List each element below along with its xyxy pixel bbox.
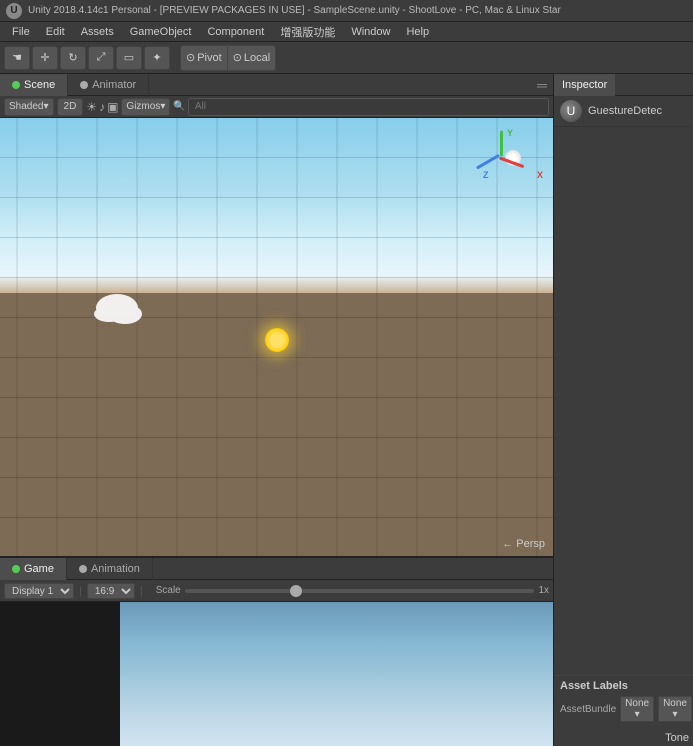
tab-scene[interactable]: Scene <box>0 74 68 96</box>
scene-view[interactable]: X Y Z ← Persp <box>0 118 553 556</box>
inspector-tab-bar: Inspector <box>554 74 693 96</box>
scene-tab-bar: Scene Animator ═ <box>0 74 553 96</box>
scene-icon-group: ☀ ♪ ▣ <box>86 100 118 114</box>
left-panel: Scene Animator ═ Shaded ▾ 2D ☀ ♪ ▣ Gizmo… <box>0 74 553 746</box>
gizmos-dropdown[interactable]: Gizmos ▾ <box>121 98 170 116</box>
tab-animation[interactable]: Animation <box>67 558 153 580</box>
tool-rect[interactable]: ▭ <box>116 46 142 70</box>
unity-logo-titlebar: U <box>6 3 22 19</box>
scene-cloud <box>94 306 124 322</box>
light-icon[interactable]: ☀ <box>86 100 97 114</box>
tab-animator[interactable]: Animator <box>68 74 149 96</box>
tool-move[interactable]: ✛ <box>32 46 58 70</box>
inspector-header: U GuestureDetec <box>554 96 693 127</box>
menu-bar: File Edit Assets GameObject Component 增强… <box>0 22 693 42</box>
scale-slider-thumb[interactable] <box>290 585 302 597</box>
inspector-unity-logo: U <box>560 100 582 122</box>
scale-value: 1x <box>538 585 549 596</box>
menu-assets[interactable]: Assets <box>73 24 122 40</box>
pivot-local-group: ⊙ Pivot ⊙ Local <box>180 45 276 71</box>
asset-labels-title: Asset Labels <box>560 680 687 692</box>
gizmo-x-label: X <box>537 170 543 180</box>
ratio-select[interactable]: 16:9 <box>87 583 135 599</box>
menu-enhanced[interactable]: 增强版功能 <box>272 22 343 42</box>
menu-window[interactable]: Window <box>343 24 398 40</box>
animation-tab-dot <box>79 565 87 573</box>
scene-gizmo[interactable]: X Y Z <box>483 128 543 188</box>
scene-search-input[interactable] <box>188 98 549 116</box>
tool-hand[interactable]: ☚ <box>4 46 30 70</box>
scale-slider[interactable] <box>185 589 535 593</box>
tool-scale[interactable]: ⤢ <box>88 46 114 70</box>
tab-inspector[interactable]: Inspector <box>554 74 615 96</box>
image-icon[interactable]: ▣ <box>107 100 118 114</box>
bottom-toolbar: Display 1 | 16:9 | Scale 1x <box>0 580 553 602</box>
title-text: Unity 2018.4.14c1 Personal - [PREVIEW PA… <box>28 5 561 16</box>
menu-help[interactable]: Help <box>398 24 437 40</box>
tool-transform[interactable]: ✦ <box>144 46 170 70</box>
menu-gameobject[interactable]: GameObject <box>122 24 200 40</box>
scale-label: Scale <box>156 585 181 596</box>
inspector-body <box>554 127 693 675</box>
gizmo-z-label: Z <box>483 170 489 180</box>
bottom-tab-bar: Game Animation <box>0 558 553 580</box>
search-icon-scene: 🔍 <box>173 101 185 112</box>
asset-bundle-dropdown[interactable]: None ▾ <box>620 696 654 722</box>
inspector-panel: Inspector U GuestureDetec Asset Labels A… <box>553 74 693 746</box>
menu-component[interactable]: Component <box>199 24 272 40</box>
asset-bundle-row: AssetBundle None ▾ None ▾ <box>560 696 687 722</box>
audio-icon[interactable]: ♪ <box>99 100 105 114</box>
game-sky-view <box>120 602 553 746</box>
tone-label: Tone <box>661 732 693 744</box>
tool-rotate[interactable]: ↻ <box>60 46 86 70</box>
tone-area: Tone <box>554 726 693 746</box>
gizmo-y-axis <box>500 131 503 157</box>
game-dark-letterbox <box>0 602 120 746</box>
gizmo-y-label: Y <box>507 128 513 138</box>
title-bar: U Unity 2018.4.14c1 Personal - [PREVIEW … <box>0 0 693 22</box>
main-area: Scene Animator ═ Shaded ▾ 2D ☀ ♪ ▣ Gizmo… <box>0 74 693 746</box>
menu-file[interactable]: File <box>4 24 38 40</box>
2d-button[interactable]: 2D <box>57 98 84 116</box>
shaded-dropdown[interactable]: Shaded ▾ <box>4 98 54 116</box>
scene-panel-collapse[interactable]: ═ <box>531 77 553 93</box>
local-button[interactable]: ⊙ Local <box>228 46 276 70</box>
pivot-button[interactable]: ⊙ Pivot <box>181 46 228 70</box>
game-view[interactable] <box>0 602 553 746</box>
scene-toolbar: Shaded ▾ 2D ☀ ♪ ▣ Gizmos ▾ 🔍 <box>0 96 553 118</box>
scene-tab-dot <box>12 81 20 89</box>
main-toolbar: ☚ ✛ ↻ ⤢ ▭ ✦ ⊙ Pivot ⊙ Local <box>0 42 693 74</box>
bottom-bar: Game Animation Display 1 | 16:9 | Scale <box>0 556 553 746</box>
tab-game[interactable]: Game <box>0 558 67 580</box>
game-tab-dot <box>12 565 20 573</box>
inspector-object-name: GuestureDetec <box>588 105 662 117</box>
animator-tab-dot <box>80 81 88 89</box>
asset-bundle-label: AssetBundle <box>560 704 616 715</box>
menu-edit[interactable]: Edit <box>38 24 73 40</box>
asset-none-button[interactable]: None ▾ <box>658 696 692 722</box>
persp-label: ← Persp <box>502 538 545 550</box>
asset-labels-section: Asset Labels AssetBundle None ▾ None ▾ <box>554 675 693 726</box>
display-select[interactable]: Display 1 <box>4 583 74 599</box>
